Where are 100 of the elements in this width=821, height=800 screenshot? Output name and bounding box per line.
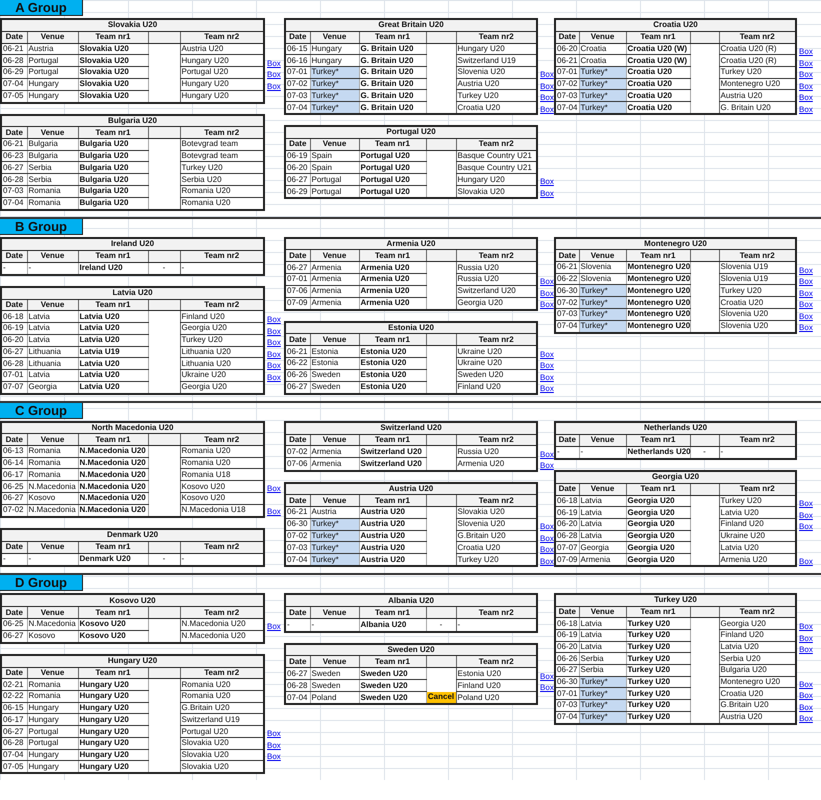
score-cell: - xyxy=(426,618,456,632)
box-link[interactable]: Box xyxy=(540,300,554,309)
venue-cell: Hungary xyxy=(310,43,359,55)
box-link[interactable]: Box xyxy=(799,82,813,90)
team-cell: N.Macedonia U20 xyxy=(78,504,148,516)
table-title: Slovakia U20 xyxy=(1,19,264,32)
table-title: Sweden U20 xyxy=(285,644,538,656)
column-header: Team nr2 xyxy=(456,138,538,150)
box-link[interactable]: Box xyxy=(799,680,813,688)
box-link[interactable]: Box xyxy=(540,104,554,114)
date-cell: 06-20 xyxy=(1,334,27,346)
box-link[interactable]: Box xyxy=(540,188,554,198)
venue-cell: Romania xyxy=(27,678,78,691)
box-link[interactable]: Box xyxy=(540,70,554,79)
box-link[interactable]: Box xyxy=(540,522,554,531)
team-cell: Austria U20 xyxy=(719,711,796,724)
box-link[interactable]: Box xyxy=(799,714,813,723)
date-cell: 06-28 xyxy=(1,737,27,750)
box-link[interactable]: Box xyxy=(540,288,554,298)
team-cell: Latvia U20 xyxy=(78,310,148,323)
box-link[interactable]: Box xyxy=(799,47,813,56)
box-link[interactable]: Box xyxy=(799,323,813,332)
box-link[interactable]: Box xyxy=(540,556,554,566)
box-link[interactable]: Box xyxy=(540,177,554,186)
box-link[interactable]: Box xyxy=(267,326,281,336)
team-cell: Kosovo U20 xyxy=(78,630,148,643)
date-cell: 07-05 xyxy=(1,90,27,102)
column-header: Team nr2 xyxy=(719,483,796,495)
box-link[interactable]: Box xyxy=(799,702,813,712)
column-header: Team nr2 xyxy=(719,31,796,43)
team-cell: Ireland U20 xyxy=(78,262,148,275)
box-link[interactable]: Box xyxy=(799,277,813,286)
team-cell: Croatia U20 (W) xyxy=(626,43,690,55)
box-link[interactable]: Box xyxy=(267,507,281,516)
column-header: Venue xyxy=(27,434,78,446)
box-link[interactable]: Box xyxy=(267,82,281,90)
box-link[interactable]: Box xyxy=(799,70,813,79)
box-link[interactable]: Box xyxy=(267,315,281,324)
column-header: Team nr2 xyxy=(456,656,538,668)
column-header: Team nr1 xyxy=(359,334,426,346)
box-link[interactable]: Box xyxy=(799,93,813,102)
box-link[interactable]: Box xyxy=(799,104,813,114)
team-cell: Latvia U20 xyxy=(78,358,148,370)
box-link[interactable]: Box xyxy=(540,672,554,680)
box-link[interactable]: Box xyxy=(540,450,554,458)
box-link[interactable]: Box xyxy=(267,338,281,347)
box-link[interactable]: Box xyxy=(540,361,554,370)
box-link[interactable]: Box xyxy=(799,622,813,631)
box-link[interactable]: Box xyxy=(267,372,281,382)
box-link[interactable]: Box xyxy=(799,691,813,700)
box-link[interactable]: Box xyxy=(540,384,554,393)
box-link[interactable]: Box xyxy=(540,93,554,102)
box-link[interactable]: Box xyxy=(267,752,281,761)
box-link[interactable]: Box xyxy=(799,645,813,654)
box-link[interactable]: Box xyxy=(540,461,554,470)
box-link[interactable]: Box xyxy=(799,556,813,566)
box-link[interactable]: Box xyxy=(267,740,281,750)
team-cell: Georgia U20 xyxy=(180,381,264,394)
box-link[interactable]: Box xyxy=(540,372,554,382)
box-link[interactable]: Box xyxy=(267,58,281,68)
box-link[interactable]: Box xyxy=(267,729,281,738)
date-cell: 06-22 xyxy=(285,357,310,370)
team-cell: N.Macedonia U20 xyxy=(180,630,264,643)
box-link[interactable]: Box xyxy=(799,510,813,520)
team-cell: Slovakia U20 xyxy=(78,66,148,78)
date-cell: 06-20 xyxy=(555,641,579,653)
date-cell: 06-29 xyxy=(285,186,310,198)
team-cell: Croatia U20 (R) xyxy=(719,43,796,55)
box-link[interactable]: Box xyxy=(267,350,281,358)
box-link[interactable]: Box xyxy=(267,361,281,370)
box-link[interactable]: Box xyxy=(799,499,813,508)
box-link[interactable]: Box xyxy=(799,634,813,642)
date-cell: 06-30 xyxy=(555,284,579,297)
team-cell: Hungary U20 xyxy=(78,690,148,702)
box-link[interactable]: Box xyxy=(799,312,813,320)
box-link[interactable]: Box xyxy=(540,534,554,542)
table-title: Kosovo U20 xyxy=(1,594,264,607)
team-cell: Turkey U20 xyxy=(626,618,690,630)
box-link[interactable]: Box xyxy=(540,277,554,286)
box-link[interactable]: Box xyxy=(540,545,554,554)
box-link[interactable]: Box xyxy=(799,266,813,274)
box-link[interactable]: Box xyxy=(799,58,813,68)
box-link[interactable]: Box xyxy=(799,522,813,531)
venue-cell: Turkey* xyxy=(310,554,359,566)
box-link[interactable]: Box xyxy=(799,288,813,298)
box-link[interactable]: Box xyxy=(267,484,281,493)
box-link[interactable]: Box xyxy=(540,683,554,692)
team-cell: - xyxy=(180,553,264,566)
box-link[interactable]: Box xyxy=(267,70,281,79)
team-cell: Slovakia U20 xyxy=(180,749,264,761)
date-cell: 07-02 xyxy=(285,530,310,542)
box-link[interactable]: Box xyxy=(540,82,554,90)
team-cell: Croatia U20 xyxy=(456,542,538,554)
team-cell: Russia U20 xyxy=(456,446,538,458)
box-link[interactable]: Box xyxy=(799,300,813,309)
box-link[interactable]: Box xyxy=(540,350,554,358)
column-header: Team nr1 xyxy=(78,606,148,618)
box-link[interactable]: Box xyxy=(267,622,281,631)
venue-cell: Portugal xyxy=(27,54,78,67)
team-cell: Ukraine U20 xyxy=(719,530,796,542)
